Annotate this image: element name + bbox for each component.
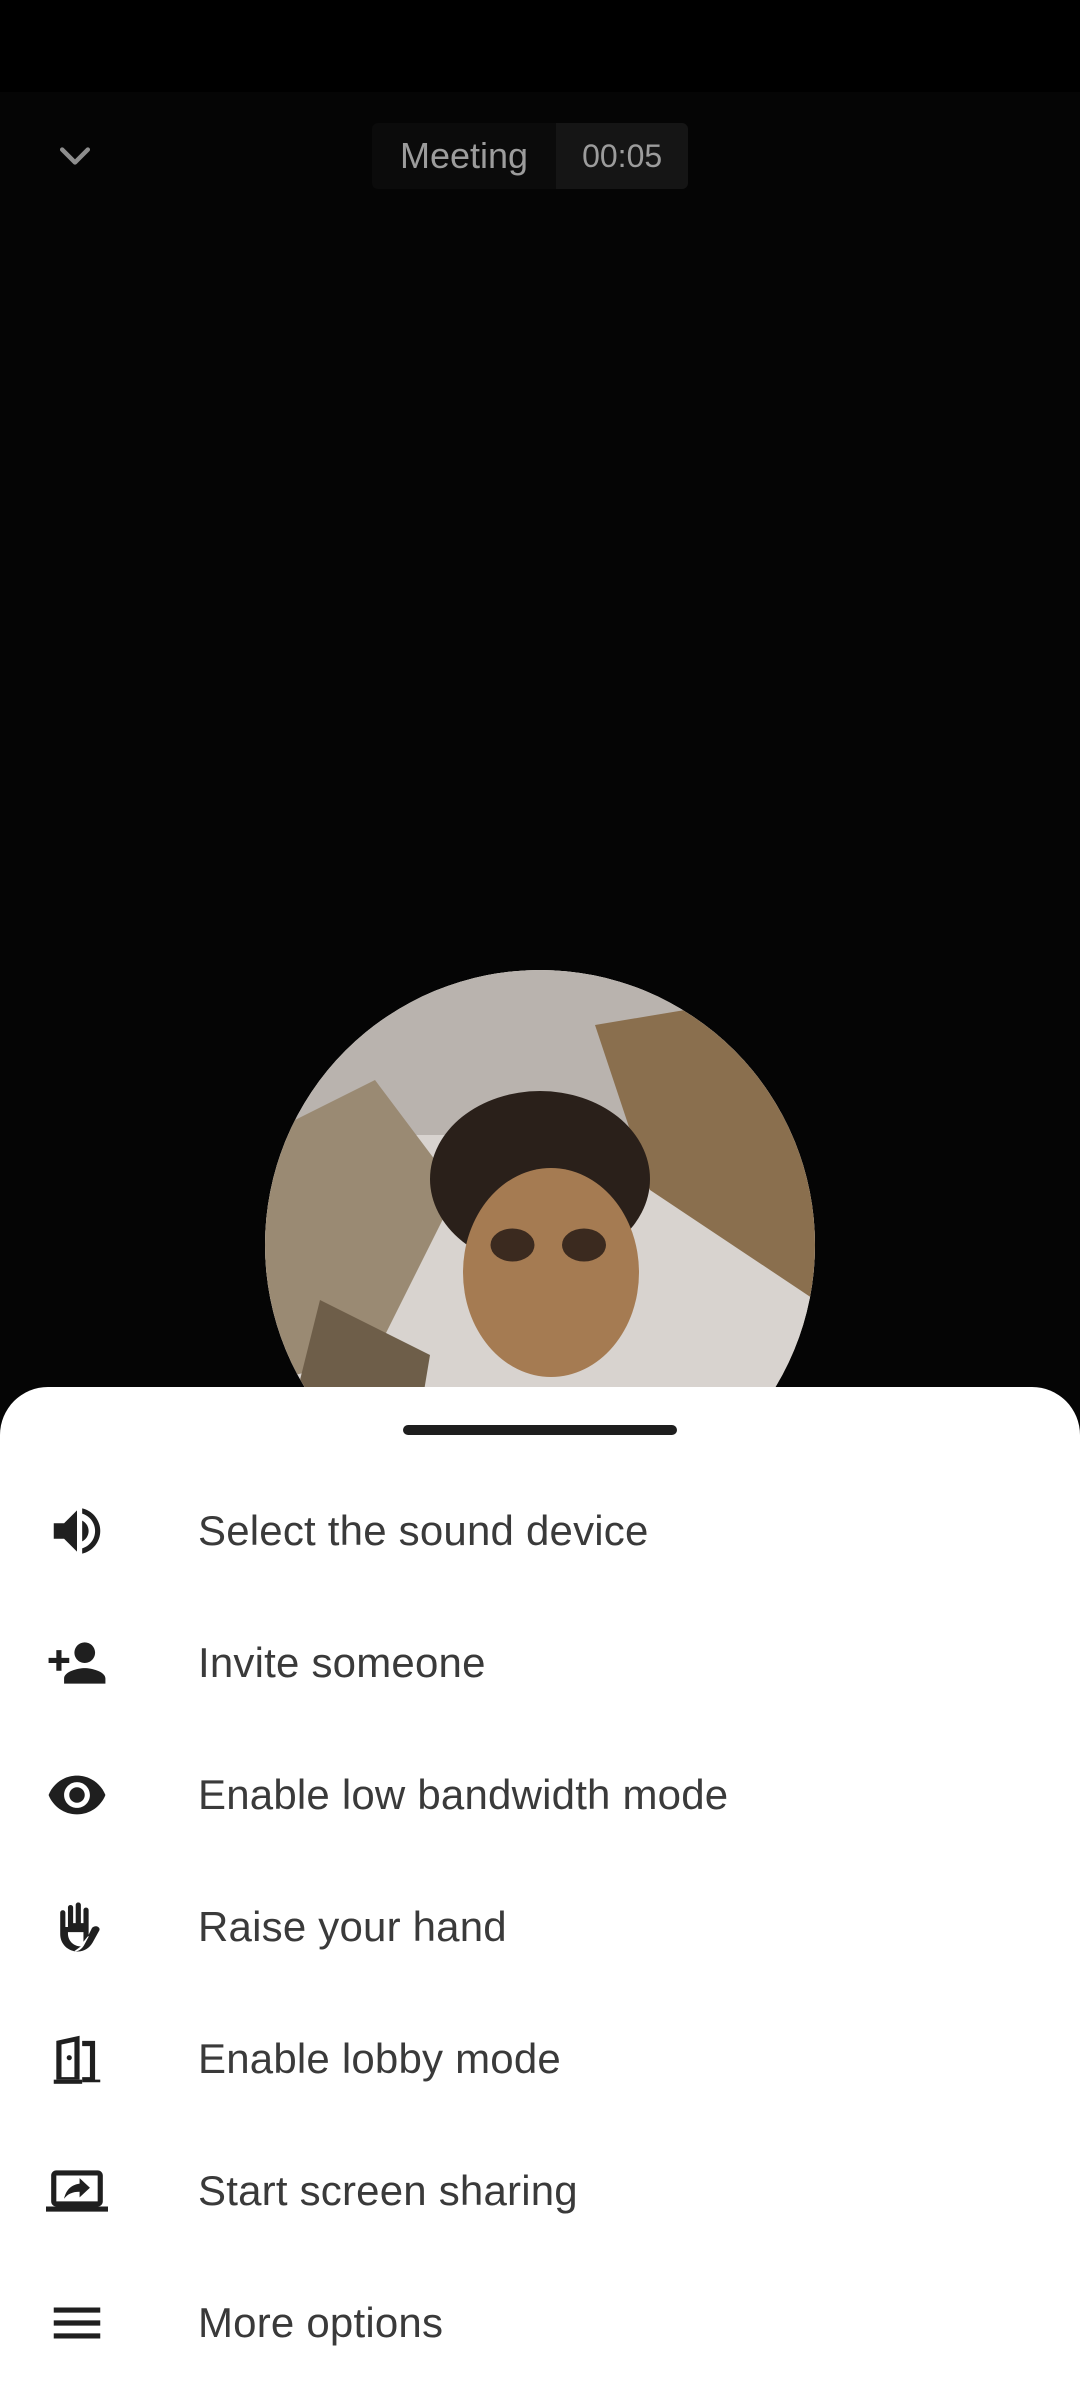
options-menu: Select the sound device Invite someone E…	[0, 1465, 1080, 2389]
volume-icon	[44, 1498, 110, 1564]
menu-item-label: Invite someone	[198, 1639, 486, 1686]
chevron-down-icon	[59, 147, 91, 165]
menu-item-label: Start screen sharing	[198, 2167, 578, 2214]
options-bottom-sheet: Select the sound device Invite someone E…	[0, 1387, 1080, 2400]
meeting-screen: Meeting 00:05 Select the sound device In…	[0, 0, 1080, 2400]
menu-item-label: Enable lobby mode	[198, 2035, 561, 2082]
menu-item-raise-hand[interactable]: Raise your hand	[0, 1861, 1080, 1993]
menu-item-label: Select the sound device	[198, 1507, 649, 1554]
menu-item-label: Raise your hand	[198, 1903, 507, 1950]
menu-item-screen-sharing[interactable]: Start screen sharing	[0, 2125, 1080, 2257]
meeting-title: Meeting	[372, 123, 557, 189]
menu-item-low-bandwidth[interactable]: Enable low bandwidth mode	[0, 1729, 1080, 1861]
menu-item-sound-device[interactable]: Select the sound device	[0, 1465, 1080, 1597]
collapse-button[interactable]	[40, 126, 110, 186]
meeting-timer: 00:05	[556, 123, 689, 189]
sheet-drag-handle[interactable]	[403, 1425, 677, 1435]
eye-icon	[44, 1762, 110, 1828]
meeting-info: Meeting 00:05	[372, 123, 689, 189]
menu-item-more-options[interactable]: More options	[0, 2257, 1080, 2389]
door-icon	[44, 2026, 110, 2092]
screen-share-icon	[44, 2158, 110, 2224]
menu-item-label: Enable low bandwidth mode	[198, 1771, 729, 1818]
person-add-icon	[44, 1630, 110, 1696]
menu-item-lobby-mode[interactable]: Enable lobby mode	[0, 1993, 1080, 2125]
menu-icon	[44, 2290, 110, 2356]
hand-icon	[44, 1894, 110, 1960]
status-bar	[0, 0, 1080, 92]
menu-item-label: More options	[198, 2299, 444, 2346]
menu-item-invite[interactable]: Invite someone	[0, 1597, 1080, 1729]
